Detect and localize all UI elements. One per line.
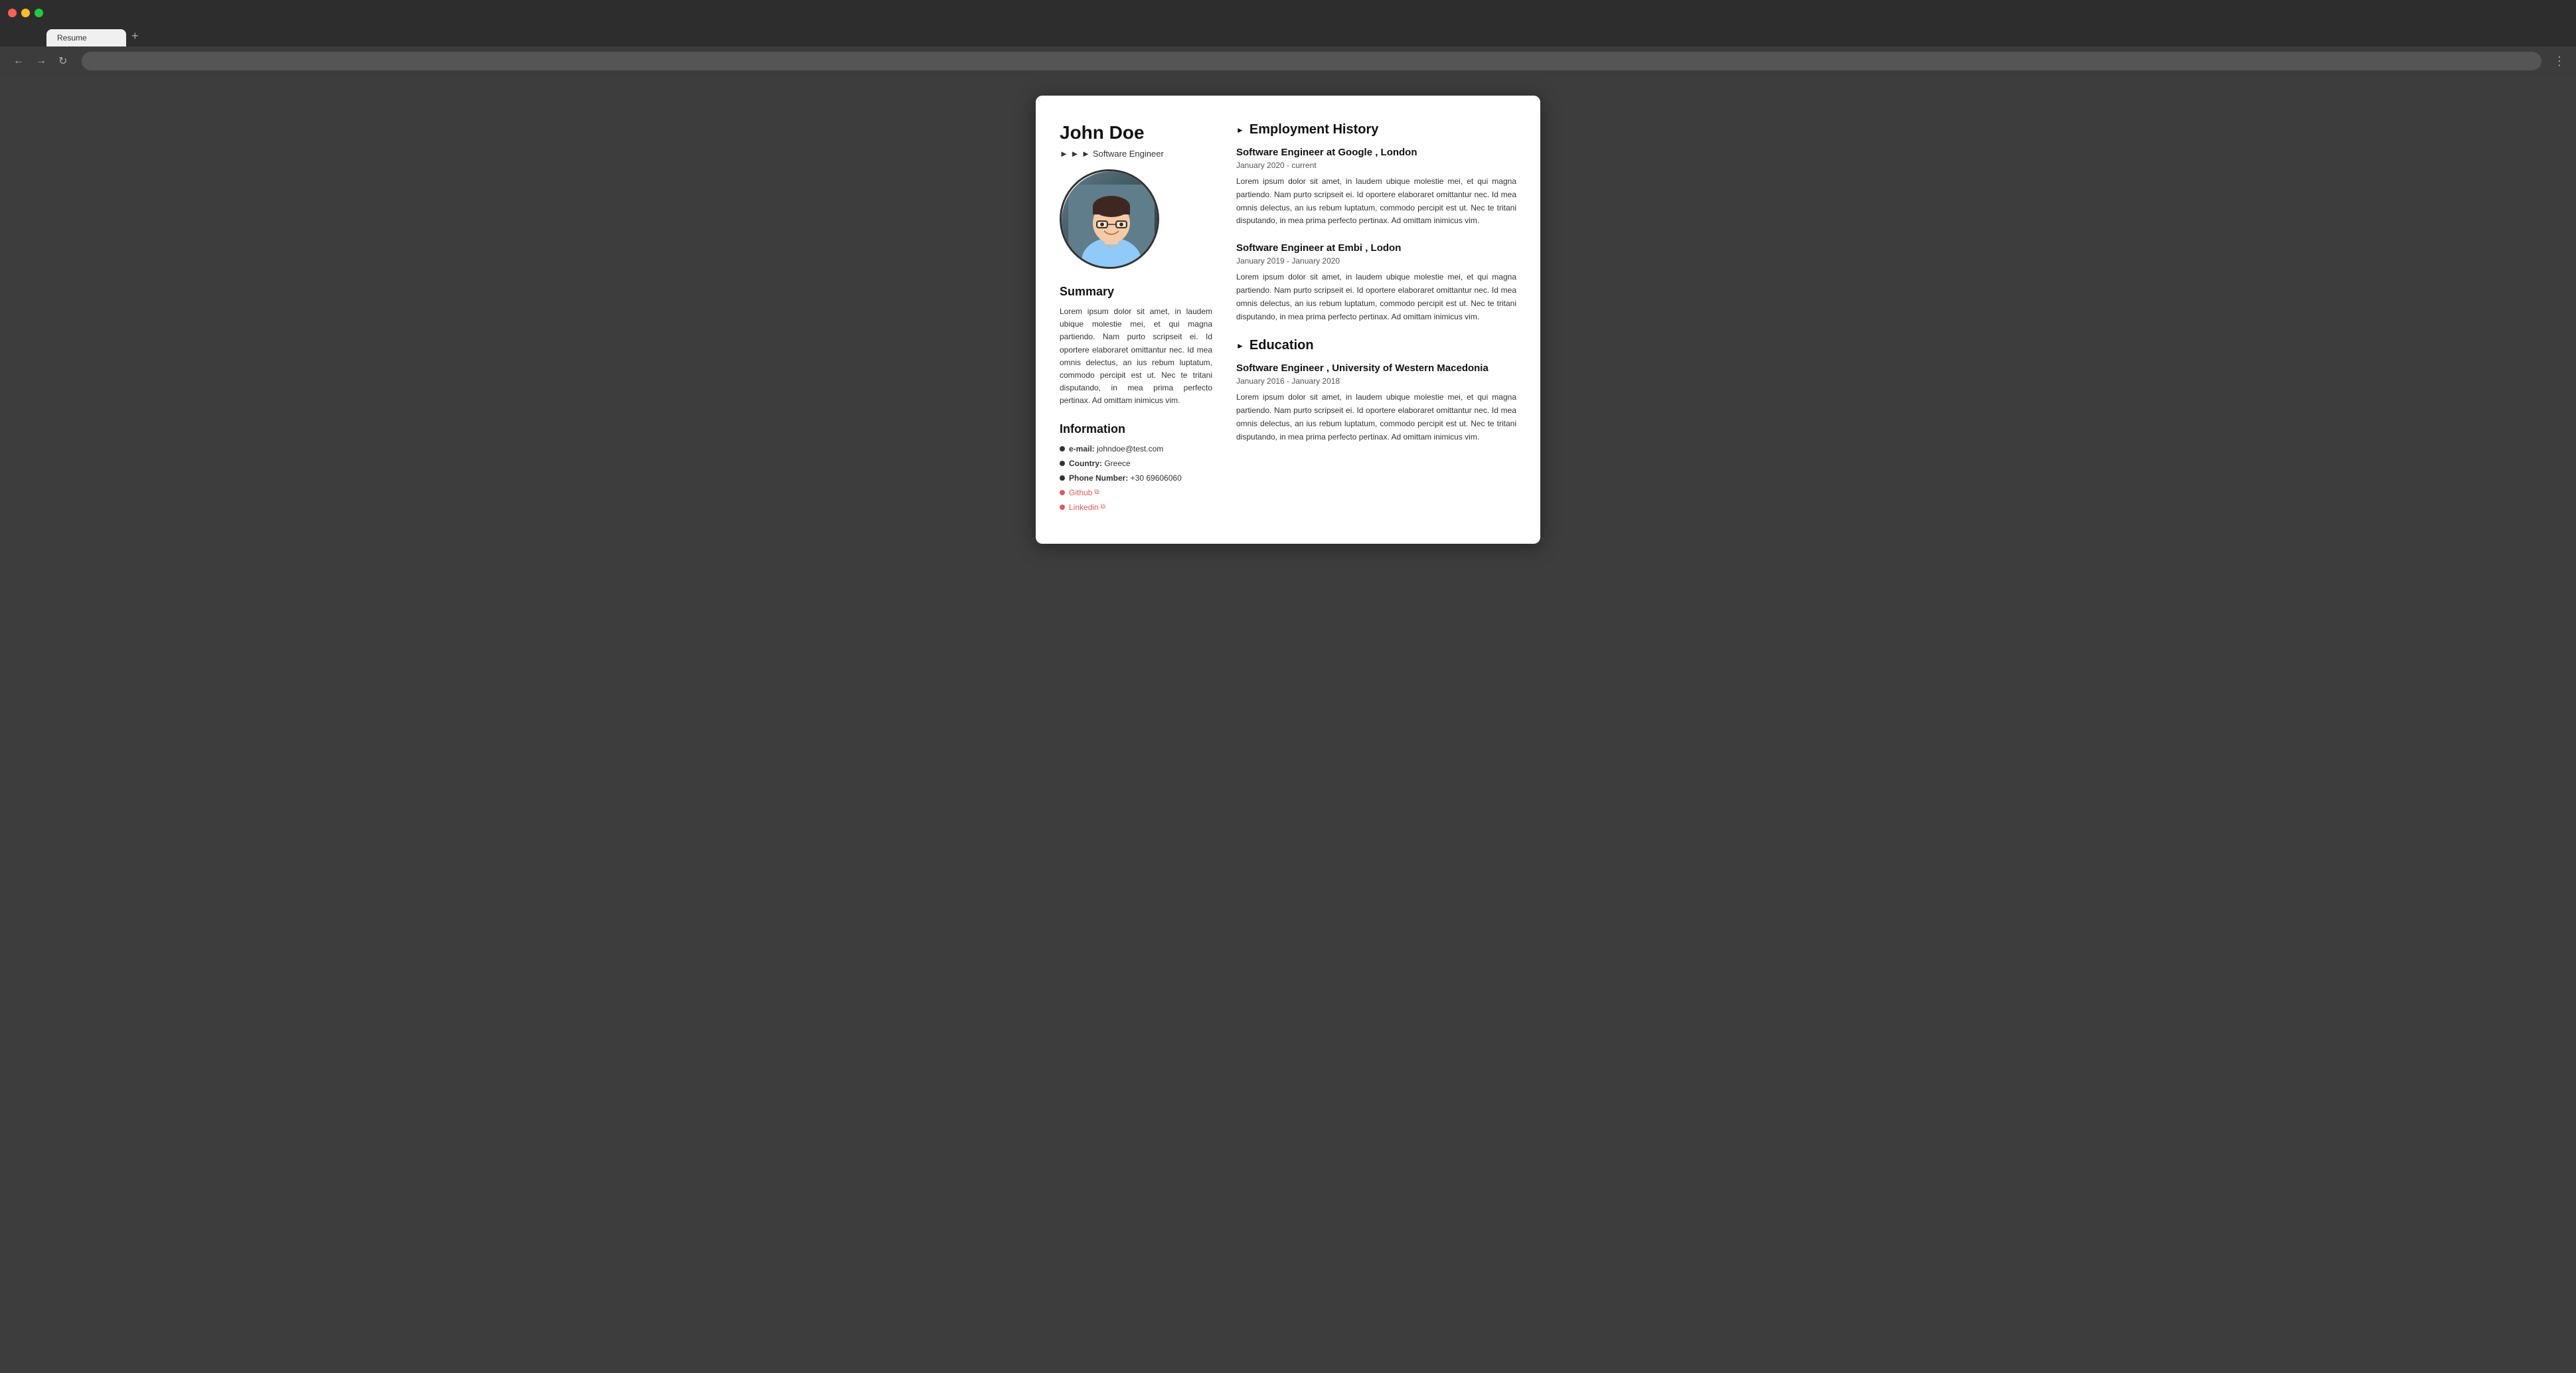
address-bar[interactable]: [82, 52, 2541, 70]
job-item-1: Software Engineer at Google , London Jan…: [1236, 147, 1516, 228]
title-arrows: ► ► ►: [1060, 149, 1090, 159]
tab-label: Resume: [57, 33, 87, 42]
summary-heading: Summary: [1060, 285, 1212, 299]
refresh-button[interactable]: ↻: [56, 52, 70, 70]
play-icon-edu: ►: [1236, 341, 1244, 351]
browser-tab[interactable]: Resume: [46, 29, 126, 46]
list-item: e-mail: johndoe@test.com: [1060, 444, 1212, 453]
job-date-1: January 2020 - current: [1236, 161, 1516, 170]
job-desc-1: Lorem ipsum dolor sit amet, in laudem ub…: [1236, 175, 1516, 228]
minimize-button[interactable]: [21, 9, 30, 17]
profile-title: Software Engineer: [1093, 149, 1164, 159]
summary-text: Lorem ipsum dolor sit amet, in laudem ub…: [1060, 305, 1212, 408]
right-column: ► Employment History Software Engineer a…: [1236, 122, 1516, 517]
forward-button[interactable]: →: [33, 52, 49, 70]
email-value: johndoe@test.com: [1097, 444, 1163, 453]
github-label: Github: [1069, 488, 1092, 497]
employment-heading: Employment History: [1249, 122, 1378, 137]
avatar-illustration: [1068, 185, 1155, 269]
employment-section-header: ► Employment History: [1236, 122, 1516, 137]
linkedin-label: Linkedin: [1069, 503, 1099, 512]
information-list: e-mail: johndoe@test.com Country: Greece…: [1060, 444, 1212, 512]
profile-title-row: ► ► ► Software Engineer: [1060, 149, 1212, 159]
bullet-icon: [1060, 461, 1065, 466]
phone-label: Phone Number:: [1069, 473, 1131, 483]
list-item: Linkedin ⧉: [1060, 503, 1212, 512]
education-section-header: ► Education: [1236, 338, 1516, 353]
maximize-button[interactable]: [35, 9, 43, 17]
education-item-1: Software Engineer , University of Wester…: [1236, 363, 1516, 444]
new-tab-button[interactable]: +: [126, 29, 144, 43]
education-heading: Education: [1249, 338, 1314, 353]
browser-menu-button[interactable]: ⋮: [2553, 54, 2565, 68]
phone-value: +30 69606060: [1131, 473, 1182, 483]
traffic-lights: [8, 9, 43, 17]
browser-titlebar: [0, 0, 2576, 25]
resume-card: John Doe ► ► ► Software Engineer: [1036, 96, 1540, 544]
information-heading: Information: [1060, 422, 1212, 436]
job-title-1: Software Engineer at Google , London: [1236, 147, 1516, 158]
info-phone: Phone Number: +30 69606060: [1069, 473, 1182, 483]
browser-nav: ← → ↻ ⋮: [0, 46, 2576, 76]
edu-desc-1: Lorem ipsum dolor sit amet, in laudem ub…: [1236, 391, 1516, 444]
linkedin-link[interactable]: Linkedin ⧉: [1069, 503, 1105, 512]
edu-title-1: Software Engineer , University of Wester…: [1236, 363, 1516, 374]
list-item: Phone Number: +30 69606060: [1060, 473, 1212, 483]
play-icon: ►: [1236, 125, 1244, 135]
profile-name: John Doe: [1060, 122, 1212, 143]
external-link-icon: ⧉: [1094, 489, 1099, 496]
job-desc-2: Lorem ipsum dolor sit amet, in laudem ub…: [1236, 271, 1516, 323]
page-content: John Doe ► ► ► Software Engineer: [0, 76, 2576, 1373]
avatar-wrapper: [1060, 169, 1159, 269]
country-value: Greece: [1104, 459, 1130, 468]
job-item-2: Software Engineer at Embi , Lodon Januar…: [1236, 242, 1516, 323]
left-column: John Doe ► ► ► Software Engineer: [1060, 122, 1212, 517]
email-label: e-mail:: [1069, 444, 1097, 453]
list-item: Country: Greece: [1060, 459, 1212, 468]
external-link-icon: ⧉: [1101, 503, 1105, 511]
job-title-2: Software Engineer at Embi , Lodon: [1236, 242, 1516, 254]
close-button[interactable]: [8, 9, 17, 17]
edu-date-1: January 2016 - January 2018: [1236, 376, 1516, 386]
bullet-icon: [1060, 446, 1065, 451]
bullet-icon-red: [1060, 505, 1065, 510]
back-button[interactable]: ←: [11, 52, 27, 70]
country-label: Country:: [1069, 459, 1104, 468]
bullet-icon: [1060, 475, 1065, 481]
list-item: Github ⧉: [1060, 488, 1212, 497]
github-link[interactable]: Github ⧉: [1069, 488, 1099, 497]
info-email: e-mail: johndoe@test.com: [1069, 444, 1163, 453]
avatar: [1062, 171, 1159, 269]
bullet-icon-red: [1060, 490, 1065, 495]
info-country: Country: Greece: [1069, 459, 1131, 468]
job-date-2: January 2019 - January 2020: [1236, 256, 1516, 266]
tab-bar: Resume +: [0, 25, 2576, 46]
